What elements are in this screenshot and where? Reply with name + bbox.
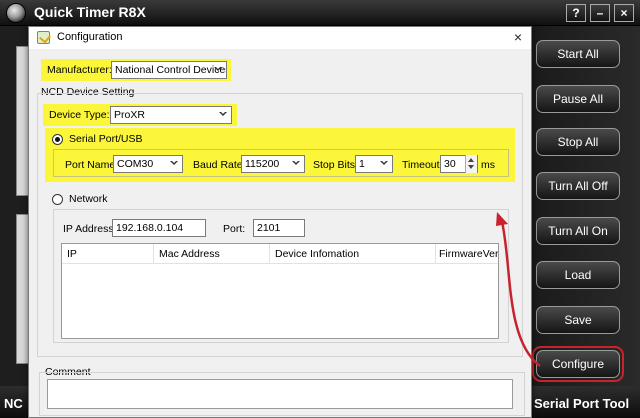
ip-address-input[interactable]: 192.168.0.104 bbox=[112, 219, 206, 237]
chevron-down-icon bbox=[219, 112, 227, 116]
baud-rate-select[interactable]: 115200 bbox=[241, 155, 305, 173]
stop-all-button[interactable]: Stop All bbox=[536, 128, 620, 156]
configure-highlight-ring bbox=[532, 346, 624, 382]
load-button[interactable]: Load bbox=[536, 261, 620, 289]
spin-up-icon bbox=[468, 158, 474, 162]
spin-down-icon bbox=[468, 165, 474, 169]
device-type-select[interactable]: ProXR bbox=[110, 106, 232, 124]
serial-port-radio[interactable] bbox=[52, 134, 63, 145]
port-name-label: Port Name: bbox=[65, 159, 119, 171]
configuration-dialog: Configuration × Manufacturer: National C… bbox=[28, 26, 532, 418]
column-ip[interactable]: IP bbox=[62, 244, 154, 264]
chevron-down-icon bbox=[214, 67, 222, 71]
column-device-information[interactable]: Device Infomation bbox=[270, 244, 436, 264]
device-type-value: ProXR bbox=[114, 109, 145, 121]
manufacturer-label: Manufacturer: bbox=[47, 64, 112, 76]
app-title: Quick Timer R8X bbox=[34, 4, 146, 20]
column-mac-address[interactable]: Mac Address bbox=[154, 244, 270, 264]
minimize-button[interactable]: – bbox=[590, 4, 610, 22]
network-radio[interactable] bbox=[52, 194, 63, 205]
device-list-header: IP Mac Address Device Infomation Firmwar… bbox=[62, 244, 498, 264]
column-firmware-version[interactable]: FirmwareVersion bbox=[436, 244, 498, 264]
ip-address-label: IP Address: bbox=[63, 223, 117, 235]
dialog-close-button[interactable]: × bbox=[511, 29, 525, 45]
app-logo-icon bbox=[6, 3, 26, 23]
baud-rate-label: Baud Rate: bbox=[193, 159, 246, 171]
port-label: Port: bbox=[223, 223, 246, 235]
dialog-title: Configuration bbox=[57, 31, 123, 43]
status-left-text: NC bbox=[4, 396, 23, 411]
turn-all-off-button[interactable]: Turn All Off bbox=[536, 172, 620, 200]
chevron-down-icon bbox=[292, 161, 300, 165]
turn-all-on-button[interactable]: Turn All On bbox=[536, 217, 620, 245]
serial-port-tool-label[interactable]: Serial Port Tool bbox=[534, 396, 629, 411]
start-all-button[interactable]: Start All bbox=[536, 40, 620, 68]
port-name-select[interactable]: COM30 bbox=[113, 155, 183, 173]
timeout-label: Timeout: bbox=[402, 159, 443, 171]
manufacturer-select[interactable]: National Control Devices bbox=[111, 61, 227, 79]
timeout-unit: ms bbox=[481, 159, 495, 171]
chevron-down-icon bbox=[380, 161, 388, 165]
device-type-label: Device Type: bbox=[49, 109, 110, 121]
dialog-titlebar: Configuration × bbox=[29, 27, 531, 49]
serial-port-label: Serial Port/USB bbox=[69, 133, 143, 145]
app-close-button[interactable]: × bbox=[614, 4, 634, 22]
stop-bits-value: 1 bbox=[359, 158, 365, 170]
pause-all-button[interactable]: Pause All bbox=[536, 85, 620, 113]
app-titlebar: Quick Timer R8X ? – × bbox=[0, 0, 640, 26]
app-left-panel bbox=[0, 26, 30, 386]
config-app-icon bbox=[37, 31, 50, 44]
spinner-arrows-icon[interactable] bbox=[465, 155, 477, 173]
port-input[interactable]: 2101 bbox=[253, 219, 305, 237]
stop-bits-label: Stop Bits: bbox=[313, 159, 358, 171]
device-list[interactable]: IP Mac Address Device Infomation Firmwar… bbox=[61, 243, 499, 339]
manufacturer-value: National Control Devices bbox=[115, 64, 227, 76]
timeout-value: 30 bbox=[444, 158, 456, 170]
chevron-down-icon bbox=[170, 161, 178, 165]
stop-bits-select[interactable]: 1 bbox=[355, 155, 393, 173]
timeout-stepper[interactable]: 30 bbox=[440, 155, 478, 173]
help-button[interactable]: ? bbox=[566, 4, 586, 22]
comment-input[interactable] bbox=[47, 379, 513, 409]
save-button[interactable]: Save bbox=[536, 306, 620, 334]
port-name-value: COM30 bbox=[117, 158, 154, 170]
baud-rate-value: 115200 bbox=[245, 158, 280, 170]
network-label: Network bbox=[69, 193, 108, 205]
